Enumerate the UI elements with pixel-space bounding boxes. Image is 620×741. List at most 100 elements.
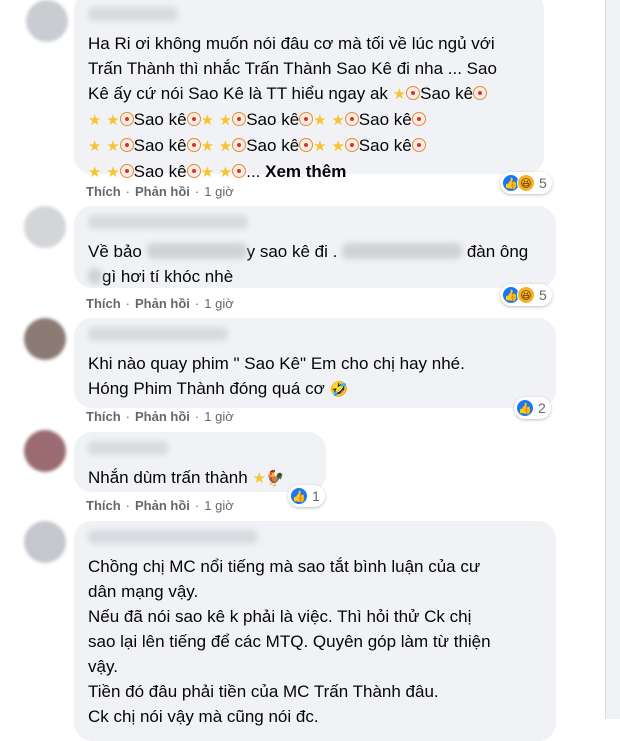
comment-line-text: y sao kê đi . [246,242,338,261]
reaction-count: 5 [539,175,547,191]
comment-line: gì hơi tí khóc nhè [88,264,542,289]
scrollbar-track[interactable] [605,0,620,719]
author-name-redacted[interactable] [88,215,248,229]
reaction-count: 1 [312,488,320,504]
comment-actions: Thích · Phản hồi · 1 giờ [86,184,234,199]
star-emoji-icon: ★ [313,138,327,155]
repeat-label: Sao kê [246,110,300,129]
haha-icon: 😆 [517,174,535,192]
comment-line-text: Về bảo [88,242,142,261]
comment-line-text: Nhắn dùm trấn thành [88,468,248,487]
reply-button[interactable]: Phản hồi [135,498,190,513]
author-name-redacted[interactable] [88,7,178,21]
separator: · [194,498,200,513]
star-emoji-icon: ★ [218,138,233,155]
like-button[interactable]: Thích [86,296,121,311]
comment-line: Tiền đó đâu phải tiền của MC Trấn Thành … [88,682,439,701]
avatar[interactable] [24,318,66,360]
star-emoji-icon: ★ [392,86,407,103]
reply-button[interactable]: Phản hồi [135,296,190,311]
comment-line: Chồng chị MC nổi tiếng mà sao tắt bình l… [88,557,481,576]
chicken-emoji-icon [186,112,201,126]
repeat-label: Sao kê [420,84,474,103]
comment-bubble: Ha Ri ơi không muốn nói đâu cơ mà tối về… [74,0,544,181]
comment-text: Chồng chị MC nổi tiếng mà sao tắt bình l… [88,554,542,729]
star-emoji-icon: ★ [218,164,233,181]
redacted-text [146,243,247,259]
chicken-emoji-icon [186,164,201,178]
comment-line: vậy. [88,657,118,676]
reaction-summary[interactable]: 👍 1 [288,485,325,507]
comment-actions: Thích · Phản hồi · 1 giờ [86,498,234,513]
repeat-label: Sao kê [133,110,187,129]
star-emoji-icon: ★ [331,112,345,129]
timestamp[interactable]: 1 giờ [204,498,234,513]
comment-line: Nếu đã nói sao kê k phải là việc. Thì hỏ… [88,607,472,626]
haha-icon: 😆 [517,286,535,304]
comment-line: Hóng Phim Thành đóng quá cơ 🤣 [88,376,542,402]
chicken-emoji-icon [119,164,134,178]
timestamp[interactable]: 1 giờ [204,296,234,311]
author-name-redacted[interactable] [88,327,228,341]
like-button[interactable]: Thích [86,184,121,199]
avatar[interactable] [24,206,66,248]
star-emoji-icon: ★ [331,138,345,155]
comment-actions: Thích · Phản hồi · 1 giờ [86,409,234,424]
avatar[interactable] [24,521,66,563]
chicken-emoji-icon [411,112,426,126]
star-emoji-icon: ★ [88,138,102,155]
comment-text: Ha Ri ơi không muốn nói đâu cơ mà tối về… [88,31,530,185]
author-name-redacted[interactable] [88,530,258,544]
rooster-emoji-icon: 🐓 [265,470,285,487]
reaction-count: 5 [539,287,547,303]
chicken-emoji-icon [344,112,359,126]
see-more-link[interactable]: Xem thêm [265,162,346,181]
comment-actions: Thích · Phản hồi · 1 giờ [86,296,234,311]
chicken-emoji-icon [473,86,488,100]
reaction-summary[interactable]: 👍 😆 5 [500,172,552,194]
like-button[interactable]: Thích [86,409,121,424]
star-emoji-icon: ★ [313,112,327,129]
star-emoji-icon: ★ [106,138,120,155]
chicken-emoji-icon [299,112,314,126]
comment-text: Nhắn dùm trấn thành ★🐓 [88,465,312,491]
star-emoji-icon: ★ [88,164,102,181]
emoji-row: ★ ★ Sao kê ★ ★ Sao kê ★ ★ Sao kê [88,107,530,133]
avatar[interactable] [24,430,66,472]
author-name-redacted[interactable] [88,441,168,455]
chicken-emoji-icon [411,138,426,152]
chicken-emoji-icon [232,112,247,126]
comment-line-text: Hóng Phim Thành đóng quá cơ [88,379,325,398]
reaction-count: 2 [538,400,546,416]
chicken-emoji-icon [344,138,359,152]
emoji-row: ★ ★ Sao kê ★ ★... Xem thêm [88,159,530,185]
comment-bubble: Chồng chị MC nổi tiếng mà sao tắt bình l… [74,521,556,741]
repeat-label: Sao kê [133,162,187,181]
reaction-summary[interactable]: 👍 2 [514,397,551,419]
comment-line: Khi nào quay phim " Sao Kê" Em cho chị h… [88,354,465,373]
like-icon: 👍 [516,399,534,417]
reply-button[interactable]: Phản hồi [135,409,190,424]
avatar[interactable] [26,0,68,42]
separator: · [125,409,131,424]
repeat-label: Sao kê [358,136,412,155]
timestamp[interactable]: 1 giờ [204,409,234,424]
repeat-label: Sao kê [133,136,187,155]
chicken-emoji-icon [186,138,201,152]
comment-line: sao lại lên tiếng để các MTQ. Quyên góp … [88,632,491,651]
chicken-emoji-icon [232,138,247,152]
separator: · [125,184,131,199]
laughing-emoji-icon: 🤣 [329,381,349,398]
redacted-text [88,268,102,284]
comment-line: Về bảo y sao kê đi . đàn ông [88,239,542,264]
repeat-label: Sao kê [246,136,300,155]
reaction-summary[interactable]: 👍 😆 5 [500,284,552,306]
comment-line: Ck chị nói vậy mà cũng nói đc. [88,707,319,726]
chicken-emoji-icon [406,86,421,100]
like-icon: 👍 [290,487,308,505]
comment-text: Về bảo y sao kê đi . đàn ông gì hơi tí k… [88,239,542,289]
separator: · [194,296,200,311]
reply-button[interactable]: Phản hồi [135,184,190,199]
timestamp[interactable]: 1 giờ [204,184,234,199]
like-button[interactable]: Thích [86,498,121,513]
